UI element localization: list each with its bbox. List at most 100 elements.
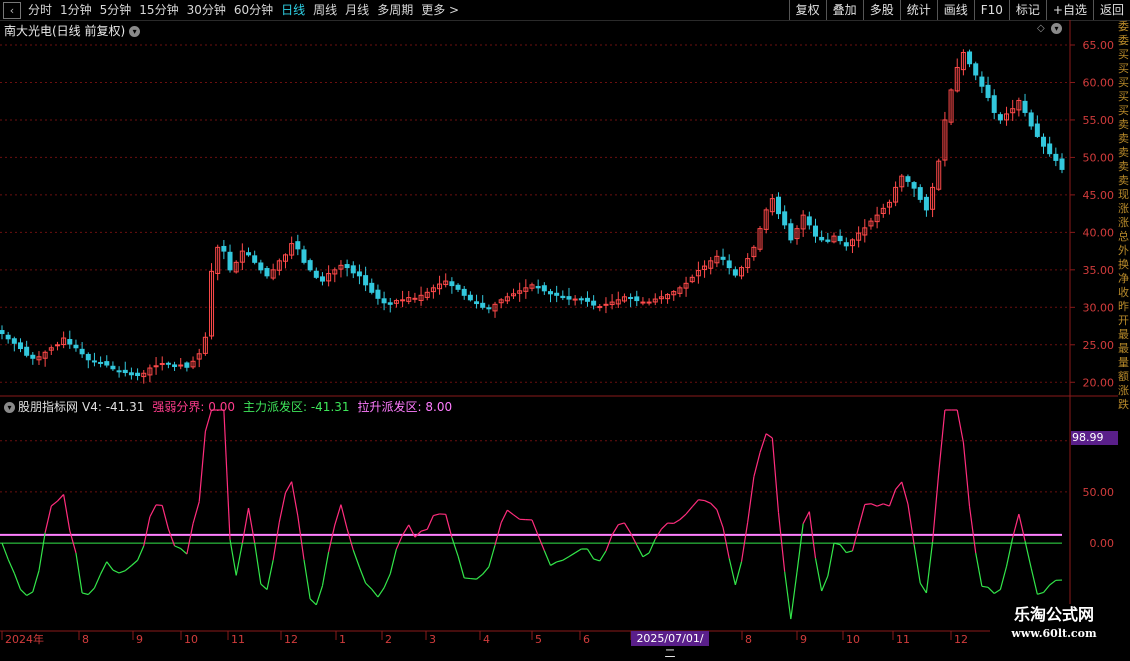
indicator-axis-label: 0.00 — [1090, 537, 1115, 550]
candle-body — [1029, 113, 1033, 126]
candle-body — [222, 246, 226, 251]
indicator-line-segment — [785, 572, 791, 619]
indicator-line-segment — [107, 562, 113, 570]
indicator-line-segment — [384, 574, 390, 588]
candle-body — [555, 293, 559, 295]
indicator-line-segment — [347, 529, 353, 550]
candle-body — [542, 286, 546, 291]
indicator-line-segment — [600, 551, 606, 561]
indicator-line-segment — [550, 562, 556, 565]
side-label: 量 — [1118, 356, 1130, 370]
candle-body — [376, 290, 380, 298]
indicator-line-segment — [2, 543, 8, 559]
indicator-line-segment — [51, 501, 57, 506]
indicator-line-segment — [963, 443, 969, 507]
indicator-v4: V4: -41.31 — [82, 400, 144, 414]
indicator-line-segment — [754, 453, 760, 477]
indicator-line-segment — [372, 589, 378, 597]
indicator-line-segment — [489, 545, 495, 567]
indicator-line-segment — [403, 525, 409, 535]
candle-body — [536, 286, 540, 287]
date-axis-label: 4 — [483, 633, 490, 646]
indicator-line-segment — [162, 505, 168, 529]
indicator-line-segment — [544, 551, 550, 566]
side-label: 买 — [1118, 104, 1130, 118]
candle-body — [68, 340, 72, 345]
price-axis-label: 20.00 — [1083, 376, 1115, 389]
indicator-line-segment — [970, 507, 976, 553]
candle-body — [117, 371, 121, 372]
indicator-line-segment — [119, 571, 125, 573]
side-label: 跌 — [1118, 398, 1130, 412]
side-label: 换 — [1118, 258, 1130, 272]
indicator-line-segment — [181, 549, 187, 555]
candle-body — [86, 354, 90, 359]
indicator-line-segment — [717, 510, 723, 528]
indicator-line-segment — [125, 566, 131, 571]
indicator-line-segment — [298, 516, 304, 560]
candle-body — [173, 365, 177, 367]
chevron-down-icon[interactable]: ▾ — [4, 402, 15, 413]
indicator-line-segment — [316, 586, 322, 605]
candle-body — [357, 272, 361, 276]
side-label: 卖 — [1118, 174, 1130, 188]
candle-body — [475, 302, 479, 304]
candle-body — [462, 289, 466, 295]
side-label: 买 — [1118, 90, 1130, 104]
indicator-line-segment — [156, 505, 162, 506]
indicator-line-segment — [760, 434, 766, 453]
candle-body — [105, 362, 109, 365]
indicator-line-segment — [766, 434, 772, 438]
indicator-line-segment — [267, 560, 273, 589]
candle-body — [456, 285, 460, 289]
candle-body — [986, 85, 990, 97]
side-label: 现 — [1118, 188, 1130, 202]
candle-body — [585, 298, 589, 301]
price-axis-label: 55.00 — [1083, 114, 1115, 127]
candle-body — [974, 64, 978, 75]
candle-body — [345, 265, 349, 268]
indicator-line-segment — [569, 553, 575, 557]
watermark-line2: www.60lt.com — [990, 626, 1118, 642]
indicator-line-segment — [279, 493, 285, 522]
indicator-line-segment — [501, 510, 507, 523]
side-label: 卖 — [1118, 146, 1130, 160]
indicator-line-segment — [14, 573, 20, 589]
candle-body — [1048, 144, 1052, 154]
indicator-line-segment — [292, 482, 298, 516]
candle-body — [912, 183, 916, 189]
candle-body — [918, 188, 922, 200]
indicator-line-segment — [1019, 514, 1025, 541]
indicator-line-segment — [322, 552, 328, 586]
candle-body — [487, 308, 491, 309]
indicator-line-segment — [920, 583, 926, 593]
candle-body — [783, 212, 787, 225]
indicator-line-segment — [729, 558, 735, 584]
candle-body — [160, 364, 164, 365]
candle-body — [789, 224, 793, 240]
indicator-qiangruo: 强弱分界: 0.00 — [152, 400, 235, 414]
indicator-line-segment — [618, 523, 624, 525]
side-label: 委 — [1118, 34, 1130, 48]
candle-body — [74, 345, 78, 348]
indicator-line-segment — [20, 589, 26, 595]
indicator-line-segment — [483, 567, 489, 574]
indicator-line-segment — [926, 542, 932, 593]
candle-body — [481, 303, 485, 307]
indicator-line-segment — [507, 510, 513, 515]
indicator-line-segment — [803, 512, 809, 524]
indicator-line-segment — [33, 571, 39, 592]
indicator-line-segment — [649, 539, 655, 553]
candle-body — [998, 115, 1002, 120]
indicator-line-segment — [230, 540, 236, 576]
indicator-title: ▾股朋指标网V4: -41.31强弱分界: 0.00主力派发区: -41.31拉… — [4, 398, 452, 415]
side-label: 涨 — [1118, 216, 1130, 230]
candle-body — [136, 373, 140, 375]
candle-body — [308, 261, 312, 270]
indicator-line-segment — [982, 586, 988, 587]
candle-body — [641, 302, 645, 303]
indicator-line-segment — [236, 543, 242, 575]
side-label: 卖 — [1118, 132, 1130, 146]
candle-body — [733, 270, 737, 275]
kline-chart[interactable]: 65.0060.0055.0050.0045.0040.0035.0030.00… — [0, 0, 1130, 650]
